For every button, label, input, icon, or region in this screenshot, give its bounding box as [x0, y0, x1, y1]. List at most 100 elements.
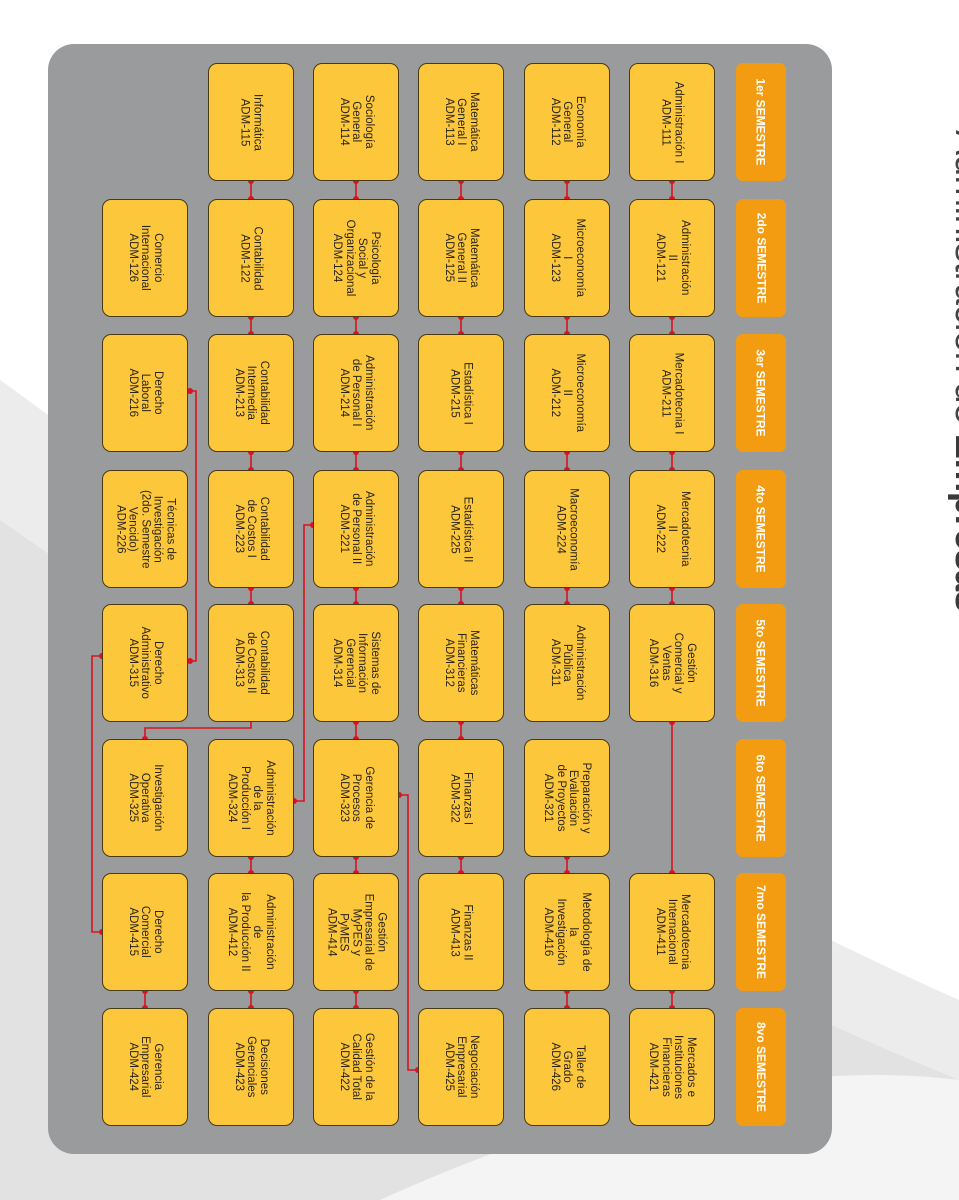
- course-text: Estadística I ADM-215: [449, 351, 474, 435]
- course-name: Matemáticas Financieras: [455, 630, 480, 696]
- course-name: Taller de Grado: [561, 1045, 586, 1089]
- course-text: Administración de Personal I ADM-214: [337, 351, 375, 435]
- course-name: Administración de Personal I: [350, 355, 375, 431]
- course-box[interactable]: Decisiones Gerenciales ADM-423: [208, 1008, 294, 1126]
- course-text: Preparación y Evaluación de Proyectos ADM…: [542, 756, 593, 840]
- course-box[interactable]: Informática ADM-115: [208, 63, 294, 181]
- course-box[interactable]: Derecho Administrativo ADM-315: [102, 604, 188, 722]
- course-name: Estadística I: [461, 361, 474, 425]
- course-box[interactable]: Psicología Social y Organizacional ADM-12…: [313, 199, 399, 317]
- course-name: Gestión Comercial y Ventas: [660, 632, 697, 694]
- course-box[interactable]: Matemáticas Financieras ADM-312: [418, 604, 504, 722]
- course-name: Administración I: [672, 81, 685, 163]
- course-box[interactable]: Microeconomía II ADM-212: [524, 334, 610, 452]
- course-box[interactable]: Administración de Personal I ADM-214: [313, 334, 399, 452]
- course-box[interactable]: Contabilidad de Costos I ADM-223: [208, 470, 294, 588]
- course-code: ADM-422: [337, 1042, 350, 1092]
- course-box[interactable]: Gestión Comercial y Ventas ADM-316: [629, 604, 715, 722]
- course-text: Derecho Comercial ADM-415: [126, 890, 164, 974]
- course-box[interactable]: Estadística I ADM-215: [418, 334, 504, 452]
- course-name: Matemática General II: [455, 228, 480, 288]
- course-code: ADM-224: [555, 504, 567, 554]
- course-box[interactable]: Finanzas II ADM-413: [418, 873, 504, 991]
- course-name: Administración II: [666, 220, 691, 296]
- course-code: ADM-424: [126, 1042, 139, 1092]
- course-box[interactable]: Gerencia de Procesos ADM-323: [313, 739, 399, 857]
- semester-header: 6to SEMESTRE: [736, 739, 786, 857]
- course-box[interactable]: Finanzas I ADM-322: [418, 739, 504, 857]
- course-box[interactable]: Administración de la Producción I ADM-324: [208, 739, 294, 857]
- course-box[interactable]: Preparación y Evaluación de Proyectos ADM…: [524, 739, 610, 857]
- course-box[interactable]: Administración Pública ADM-311: [524, 604, 610, 722]
- course-code: ADM-225: [449, 504, 461, 554]
- course-box[interactable]: Técnicas de Investigación (2do. Semestre…: [102, 470, 188, 588]
- course-text: Administración de la Producción II ADM-41…: [226, 890, 277, 974]
- course-name: Negociación Empresarial: [455, 1035, 480, 1099]
- course-box[interactable]: Matemática General II ADM-125: [418, 199, 504, 317]
- course-code: ADM-414: [325, 907, 338, 957]
- course-name: Contabilidad Intermedia: [245, 361, 270, 425]
- course-box[interactable]: Contabilidad Intermedia ADM-213: [208, 334, 294, 452]
- course-name: Gestión de la Calidad Total: [350, 1033, 375, 1101]
- course-name: Finanzas II: [461, 903, 474, 961]
- course-code: ADM-123: [548, 233, 561, 283]
- course-box[interactable]: Administración II ADM-121: [629, 199, 715, 317]
- course-text: Gestión Comercial y Ventas ADM-316: [647, 621, 698, 705]
- course-text: Derecho Laboral ADM-216: [126, 351, 164, 435]
- course-box[interactable]: Microeconomía I ADM-123: [524, 199, 610, 317]
- course-box[interactable]: Contabilidad ADM-122: [208, 199, 294, 317]
- course-code: ADM-324: [226, 773, 239, 823]
- course-name: Investigación Operativa: [139, 764, 164, 832]
- course-box[interactable]: Macroeconomía ADM-224: [524, 470, 610, 588]
- course-box[interactable]: Metodología de la Investigación ADM-416: [524, 873, 610, 991]
- course-box[interactable]: Investigación Operativa ADM-325: [102, 739, 188, 857]
- course-box[interactable]: Administración I ADM-111: [629, 63, 715, 181]
- course-text: Sistemas de Información Gerencial ADM-314: [331, 621, 382, 705]
- course-code: ADM-213: [232, 368, 245, 418]
- semester-header: 5to SEMESTRE: [736, 604, 786, 722]
- course-box[interactable]: Comercio Internacional ADM-126: [102, 199, 188, 317]
- course-code: ADM-211: [660, 369, 672, 417]
- course-box[interactable]: Mercadotecnia Internacional ADM-411: [629, 873, 715, 991]
- course-box[interactable]: Administración de Personal II ADM-221: [313, 470, 399, 588]
- course-code: ADM-322: [449, 773, 461, 823]
- course-box[interactable]: Economía General ADM-112: [524, 63, 610, 181]
- course-code: ADM-214: [337, 368, 350, 418]
- course-box[interactable]: Matemática General I ADM-113: [418, 63, 504, 181]
- course-code: ADM-421: [647, 1042, 660, 1092]
- course-name: Administración de la Producción II: [239, 892, 276, 972]
- course-code: ADM-226: [114, 504, 127, 554]
- semester-header: 2do SEMESTRE: [736, 199, 786, 317]
- course-text: Finanzas I ADM-322: [449, 756, 474, 840]
- course-name: Derecho Administrativo: [139, 626, 164, 700]
- course-box[interactable]: Contabilidad de Costos II ADM-313: [208, 604, 294, 722]
- semester-header: 8vo SEMESTRE: [736, 1008, 786, 1126]
- course-code: ADM-426: [548, 1042, 561, 1092]
- course-text: Mercadotecnia II ADM-222: [653, 487, 691, 571]
- course-box[interactable]: Sistemas de Información Gerencial ADM-314: [313, 604, 399, 722]
- course-code: ADM-212: [548, 368, 561, 418]
- course-box[interactable]: Estadística II ADM-225: [418, 470, 504, 588]
- course-name: Derecho Comercial: [139, 906, 164, 958]
- course-box[interactable]: Gestión Empresarial de MyPES y PyMES ADM-…: [313, 873, 399, 991]
- course-box[interactable]: Sociología General ADM-114: [313, 63, 399, 181]
- course-box[interactable]: Taller de Grado ADM-426: [524, 1008, 610, 1126]
- course-box[interactable]: Derecho Laboral ADM-216: [102, 334, 188, 452]
- course-name: Gerencia de Procesos: [350, 766, 375, 830]
- course-box[interactable]: Negociación Empresarial ADM-425: [418, 1008, 504, 1126]
- course-box[interactable]: Mercadotecnia II ADM-222: [629, 470, 715, 588]
- course-box[interactable]: Administración de la Producción II ADM-41…: [208, 873, 294, 991]
- semester-label: 7mo SEMESTRE: [754, 884, 768, 980]
- course-name: Administración de la Producción I: [239, 760, 276, 836]
- course-box[interactable]: Mercados e Instituciones Financieras ADM-…: [629, 1008, 715, 1126]
- course-text: Negociación Empresarial ADM-425: [442, 1025, 480, 1109]
- course-code: ADM-124: [331, 233, 344, 283]
- course-code: ADM-312: [442, 638, 455, 688]
- course-box[interactable]: Derecho Comercial ADM-415: [102, 873, 188, 991]
- course-code: ADM-112: [548, 98, 561, 146]
- course-box[interactable]: Mercadotecnia I ADM-211: [629, 334, 715, 452]
- course-name: Gestión Empresarial de MyPES y PyMES: [337, 893, 388, 971]
- course-box[interactable]: Gerencia Empresarial ADM-424: [102, 1008, 188, 1126]
- course-box[interactable]: Gestión de la Calidad Total ADM-422: [313, 1008, 399, 1126]
- course-text: Taller de Grado ADM-426: [548, 1025, 586, 1109]
